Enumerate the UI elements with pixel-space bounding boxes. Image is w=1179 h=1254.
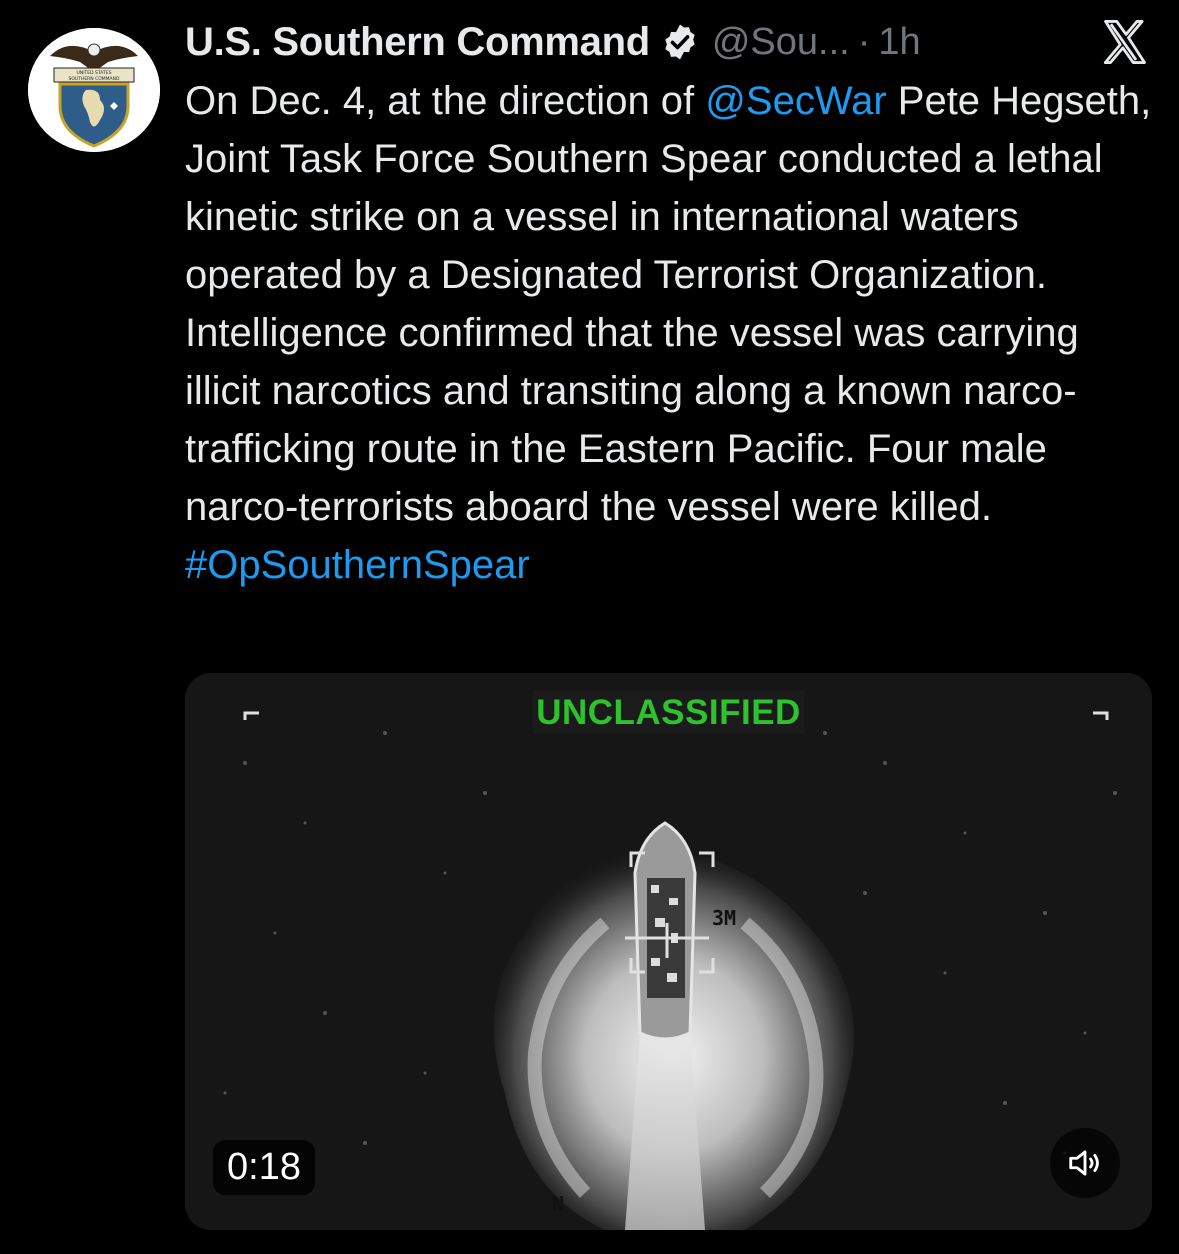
- x-logo-icon[interactable]: [1099, 16, 1151, 68]
- svg-text:SOUTHERN COMMAND: SOUTHERN COMMAND: [69, 76, 120, 82]
- verified-badge-icon[interactable]: [660, 22, 700, 62]
- mute-toggle-button[interactable]: [1050, 1128, 1120, 1198]
- hashtag-link[interactable]: #OpSouthernSpear: [185, 543, 530, 587]
- range-label: 3M: [712, 906, 736, 930]
- strike-footage-frame: 3M N: [185, 673, 1152, 1230]
- mention-link[interactable]: @SecWar: [705, 79, 886, 123]
- author-handle[interactable]: @Sou...: [712, 21, 850, 64]
- separator-dot: ·: [857, 20, 871, 63]
- post-timestamp[interactable]: 1h: [878, 21, 920, 64]
- post-text-part: On Dec. 4, at the direction of: [185, 79, 706, 123]
- svg-text:UNITED STATES: UNITED STATES: [77, 70, 112, 76]
- north-label: N: [552, 1192, 564, 1216]
- post-header: U.S. Southern Command @Sou... · 1h: [185, 14, 1155, 70]
- post-text-part: Pete Hegseth, Joint Task Force Southern …: [185, 79, 1152, 529]
- speaker-muted-icon: [1069, 1150, 1099, 1176]
- video-player[interactable]: 3M N UNCLASSIFIED 0:18: [185, 673, 1152, 1230]
- author-name[interactable]: U.S. Southern Command: [185, 20, 650, 65]
- classification-label: UNCLASSIFIED: [532, 691, 805, 733]
- author-avatar[interactable]: UNITED STATES SOUTHERN COMMAND: [28, 28, 160, 152]
- southcom-emblem-icon: UNITED STATES SOUTHERN COMMAND: [28, 28, 160, 152]
- video-duration: 0:18: [213, 1140, 315, 1195]
- post-text: On Dec. 4, at the direction of @SecWar P…: [185, 72, 1160, 594]
